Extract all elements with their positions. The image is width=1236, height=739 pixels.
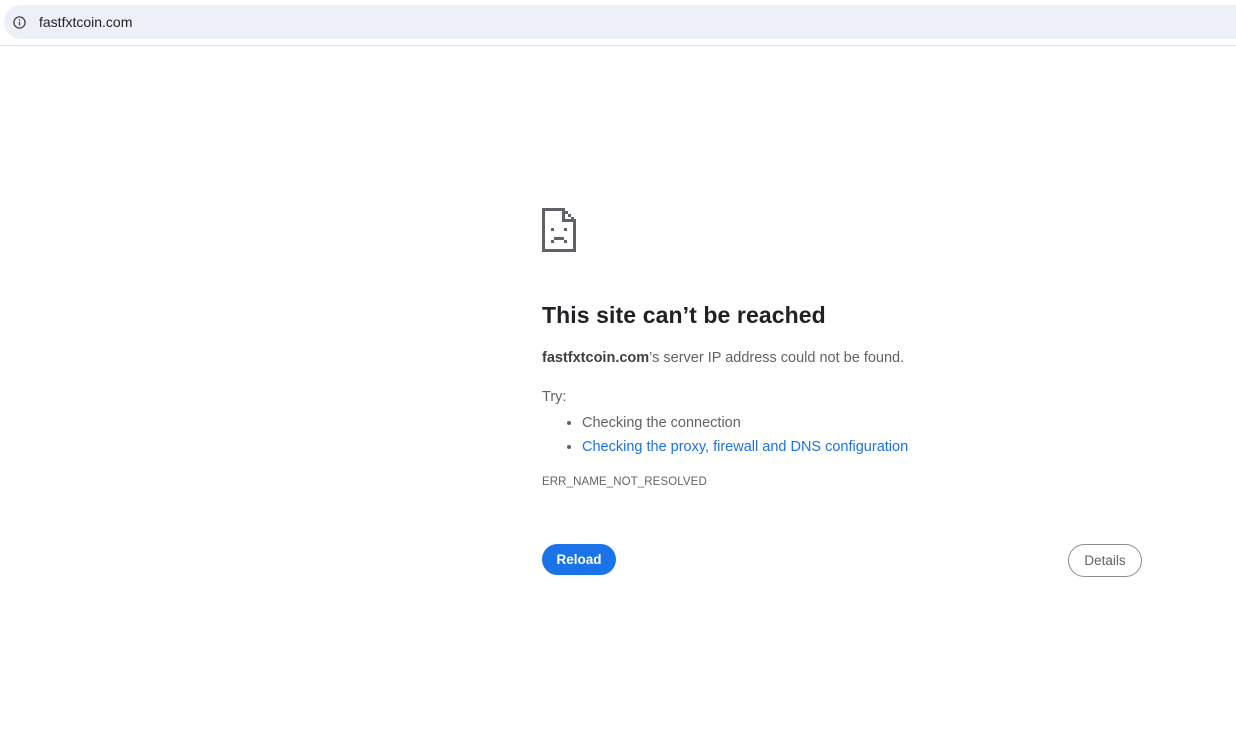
toolbar-divider — [0, 45, 1236, 46]
info-icon[interactable] — [13, 15, 26, 29]
error-summary: fastfxtcoin.com’s server IP address coul… — [542, 348, 1142, 368]
suggestion-list: Checking the connection Checking the pro… — [542, 411, 1142, 459]
sad-file-icon — [542, 208, 576, 252]
reload-button[interactable]: Reload — [542, 544, 616, 575]
try-label: Try: — [542, 389, 567, 405]
summary-text: ’s server IP address could not be found. — [649, 350, 905, 366]
address-bar[interactable]: fastfxtcoin.com — [4, 5, 1236, 39]
url-text[interactable]: fastfxtcoin.com — [39, 14, 132, 30]
suggestion-item: Checking the connection — [582, 411, 1142, 435]
error-heading: This site can’t be reached — [542, 302, 826, 328]
suggestion-check-connection: Checking the connection — [582, 415, 741, 431]
error-code: ERR_NAME_NOT_RESOLVED — [542, 476, 707, 488]
suggestion-item: Checking the proxy, firewall and DNS con… — [582, 435, 1142, 459]
summary-host: fastfxtcoin.com — [542, 350, 650, 366]
suggestion-proxy-firewall-dns-link[interactable]: Checking the proxy, firewall and DNS con… — [582, 439, 908, 455]
details-button[interactable]: Details — [1068, 544, 1142, 577]
error-content: This site can’t be reached fastfxtcoin.c… — [542, 208, 1142, 490]
